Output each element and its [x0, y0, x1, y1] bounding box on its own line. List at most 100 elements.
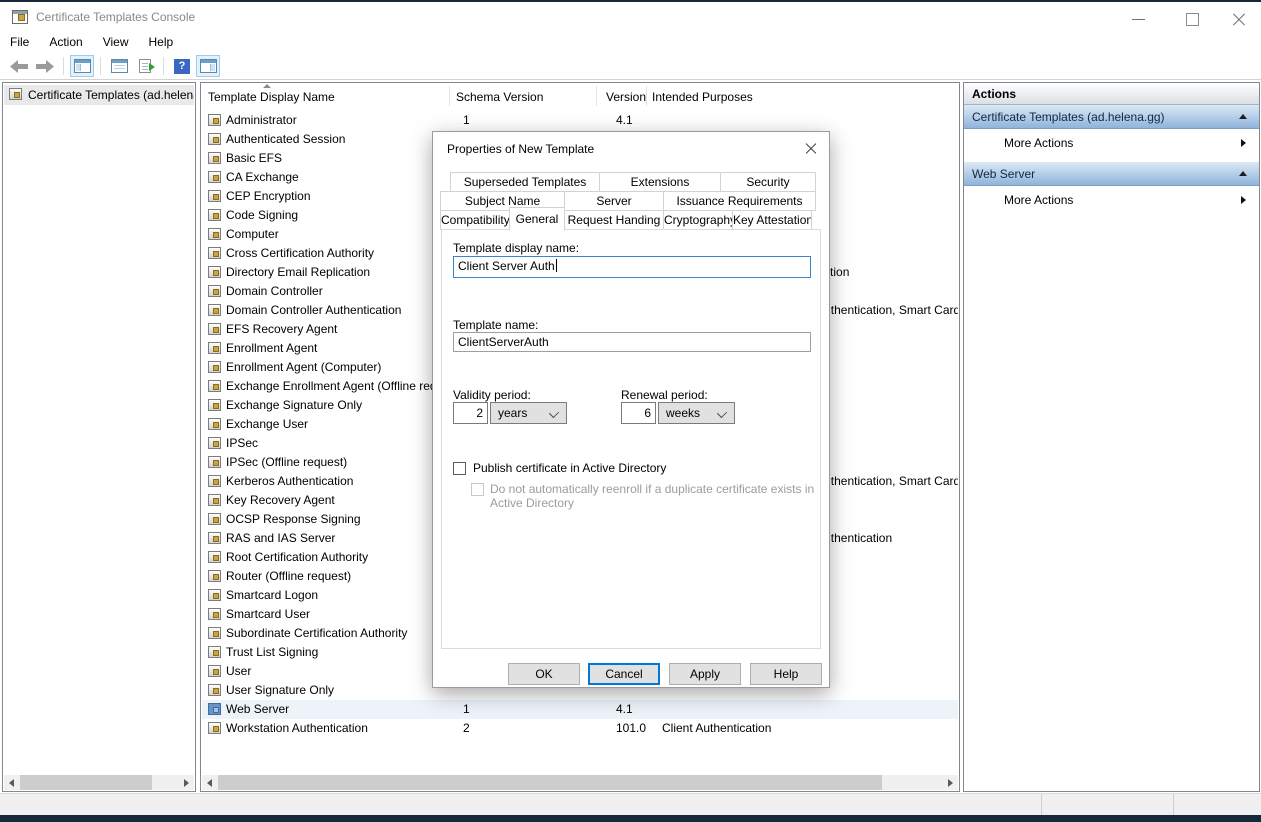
- schema-version: 1: [463, 113, 470, 127]
- column-separator[interactable]: [449, 86, 450, 106]
- template-display-name: CEP Encryption: [226, 189, 311, 203]
- menu-action[interactable]: Action: [49, 35, 82, 49]
- schema-version: 1: [463, 702, 470, 716]
- tab-security[interactable]: Security: [720, 172, 816, 192]
- tree-horizontal-scrollbar[interactable]: [4, 775, 194, 790]
- certificate-template-icon: [208, 399, 221, 411]
- minimize-button[interactable]: [1122, 8, 1154, 30]
- tree-item-certificate-templates[interactable]: Certificate Templates (ad.helena.gg): [4, 85, 194, 105]
- column-header-intended-purposes[interactable]: Intended Purposes: [652, 90, 753, 104]
- list-horizontal-scrollbar[interactable]: [202, 775, 958, 790]
- column-separator[interactable]: [646, 86, 647, 106]
- schema-version: 2: [463, 721, 470, 735]
- column-separator[interactable]: [596, 86, 597, 106]
- scroll-right-arrow[interactable]: [178, 775, 194, 790]
- more-actions-item[interactable]: More Actions: [964, 130, 1259, 157]
- show-action-pane-button[interactable]: [196, 55, 220, 77]
- tab-key-attestation[interactable]: Key Attestation: [732, 210, 812, 230]
- certificate-template-icon: [208, 418, 221, 430]
- forward-button[interactable]: [33, 55, 57, 77]
- tab-cryptography[interactable]: Cryptography: [663, 210, 733, 230]
- tab-row: Subject NameServerIssuance Requirements: [441, 191, 816, 211]
- submenu-arrow-icon: [1241, 196, 1246, 204]
- more-actions-label: More Actions: [1004, 136, 1073, 150]
- display-name-input[interactable]: Client Server Auth: [453, 256, 811, 278]
- template-display-name: Enrollment Agent (Computer): [226, 360, 381, 374]
- validity-period-label: Validity period:: [453, 388, 531, 402]
- certificate-template-icon: [208, 380, 221, 392]
- certificate-template-icon: [208, 494, 221, 506]
- column-header-template-display-name[interactable]: Template Display Name: [208, 90, 335, 104]
- back-button[interactable]: [7, 55, 31, 77]
- certificate-template-icon: [208, 646, 221, 658]
- scroll-left-arrow[interactable]: [4, 775, 20, 790]
- scroll-right-arrow[interactable]: [942, 775, 958, 790]
- tab-compatibility[interactable]: Compatibility: [440, 210, 510, 230]
- template-display-name: Domain Controller: [226, 284, 323, 298]
- template-display-name: User: [226, 664, 251, 678]
- scrollbar-thumb[interactable]: [218, 775, 882, 790]
- actions-section-header[interactable]: Web Server: [964, 162, 1259, 186]
- export-list-button[interactable]: [133, 55, 157, 77]
- help-button[interactable]: [170, 55, 194, 77]
- tab-server[interactable]: Server: [564, 191, 664, 211]
- template-row[interactable]: Web Server14.1: [202, 700, 958, 719]
- template-display-name: Kerberos Authentication: [226, 474, 353, 488]
- menu-view[interactable]: View: [103, 35, 129, 49]
- template-display-name: Cross Certification Authority: [226, 246, 374, 260]
- template-name-input[interactable]: ClientServerAuth: [453, 332, 811, 352]
- tab-extensions[interactable]: Extensions: [599, 172, 721, 192]
- certificate-template-icon: [208, 551, 221, 563]
- validity-value-input[interactable]: 2: [453, 402, 488, 424]
- version: 4.1: [616, 113, 633, 127]
- properties-dialog: Properties of New Template Superseded Te…: [432, 131, 830, 688]
- tab-general[interactable]: General: [509, 207, 565, 231]
- template-display-name: Router (Offline request): [226, 569, 351, 583]
- column-header-version[interactable]: Version: [606, 90, 646, 104]
- help-dialog-button[interactable]: Help: [750, 663, 822, 685]
- apply-button[interactable]: Apply: [669, 663, 741, 685]
- menu-file[interactable]: File: [10, 35, 29, 49]
- renewal-value-input[interactable]: 6: [621, 402, 656, 424]
- more-actions-item[interactable]: More Actions: [964, 187, 1259, 214]
- publish-checkbox[interactable]: [453, 462, 466, 475]
- collapse-icon[interactable]: [1239, 171, 1247, 176]
- certificate-template-icon: [208, 114, 221, 126]
- tab-superseded-templates[interactable]: Superseded Templates: [450, 172, 600, 192]
- maximize-button[interactable]: [1176, 8, 1208, 30]
- tab-request-handing[interactable]: Request Handing: [564, 210, 664, 230]
- template-display-name: Exchange Enrollment Agent (Offline reque…: [226, 379, 463, 393]
- template-display-name: Computer: [226, 227, 279, 241]
- text-caret: [556, 259, 557, 272]
- actions-section-header[interactable]: Certificate Templates (ad.helena.gg): [964, 105, 1259, 129]
- renewal-period-label: Renewal period:: [621, 388, 708, 402]
- menu-bar: File Action View Help: [0, 30, 1261, 53]
- template-display-name: Exchange Signature Only: [226, 398, 362, 412]
- close-button[interactable]: [1222, 8, 1254, 30]
- scroll-left-arrow[interactable]: [202, 775, 218, 790]
- scrollbar-thumb[interactable]: [20, 775, 152, 790]
- show-console-tree-button[interactable]: [70, 55, 94, 77]
- dialog-close-icon[interactable]: [802, 140, 820, 158]
- certificate-template-icon: [208, 570, 221, 582]
- certificate-template-icon: [208, 285, 221, 297]
- window-bottom-border: [0, 815, 1261, 822]
- template-display-name: Trust List Signing: [226, 645, 318, 659]
- menu-help[interactable]: Help: [149, 35, 174, 49]
- certificate-template-icon: [208, 323, 221, 335]
- template-row[interactable]: Workstation Authentication2101.0Client A…: [202, 719, 958, 738]
- renewal-unit-value: weeks: [666, 406, 700, 420]
- certificate-template-icon: [208, 665, 221, 677]
- cancel-button[interactable]: Cancel: [588, 663, 660, 685]
- ok-button[interactable]: OK: [508, 663, 580, 685]
- collapse-icon[interactable]: [1239, 114, 1247, 119]
- console-tree-pane: Certificate Templates (ad.helena.gg): [2, 82, 196, 792]
- validity-unit-dropdown[interactable]: years: [490, 402, 567, 424]
- template-row[interactable]: Administrator14.1: [202, 111, 958, 130]
- chevron-down-icon: [549, 408, 559, 418]
- renewal-unit-dropdown[interactable]: weeks: [658, 402, 735, 424]
- certificate-template-icon: [208, 171, 221, 183]
- properties-button[interactable]: [107, 55, 131, 77]
- tab-issuance-requirements[interactable]: Issuance Requirements: [663, 191, 816, 211]
- column-header-schema-version[interactable]: Schema Version: [456, 90, 543, 104]
